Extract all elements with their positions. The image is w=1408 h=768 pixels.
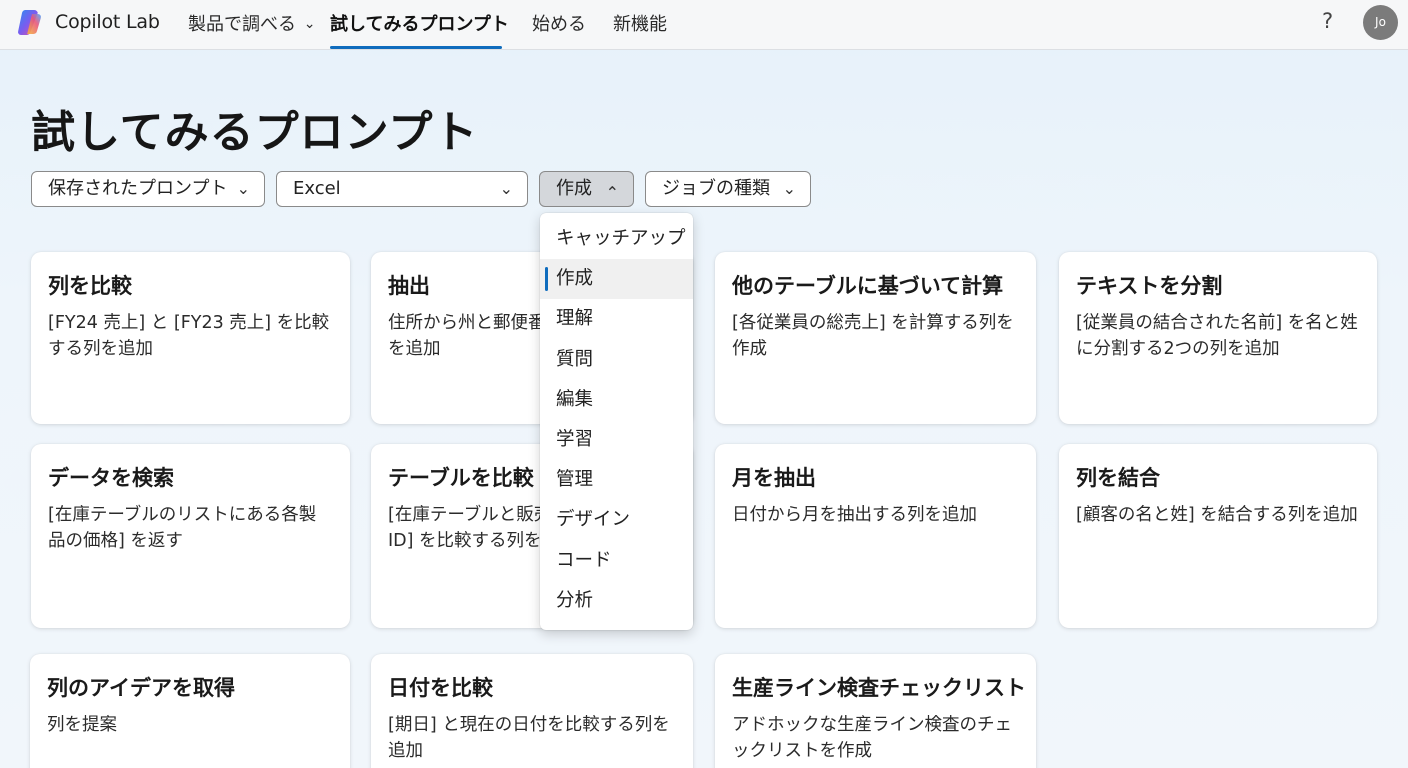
copilot-logo-icon[interactable] <box>16 7 46 37</box>
chevron-down-icon: ⌄ <box>236 179 250 198</box>
card-title: 列のアイデアを取得 <box>47 676 235 700</box>
prompt-card[interactable]: 他のテーブルに基づいて計算 [各従業員の総売上] を計算する列を作成 <box>715 252 1036 424</box>
card-title: データを検索 <box>48 466 174 490</box>
prompt-card[interactable]: 生産ライン検査チェックリスト アドホックな生産ライン検査のチェックリストを作成 <box>715 654 1036 768</box>
card-title: 列を結合 <box>1076 466 1160 490</box>
chevron-up-icon: ⌃ <box>605 183 619 202</box>
saved-prompts-filter[interactable]: 保存されたプロンプト ⌄ <box>31 171 265 207</box>
card-description: [顧客の名と姓] を結合する列を追加 <box>1076 505 1358 525</box>
brand-name[interactable]: Copilot Lab <box>55 11 160 33</box>
prompt-card[interactable]: 月を抽出 日付から月を抽出する列を追加 <box>715 444 1036 628</box>
card-description: [在庫テーブルのリストにある各製品の価格] を返す <box>48 505 317 551</box>
prompt-card[interactable]: データを検索 [在庫テーブルのリストにある各製品の価格] を返す <box>31 444 350 628</box>
prompt-card[interactable]: 日付を比較 [期日] と現在の日付を比較する列を追加 <box>371 654 693 768</box>
nav-whats-new[interactable]: 新機能 <box>613 10 667 50</box>
app-filter-label: Excel <box>293 178 341 199</box>
menu-item-catch-up[interactable]: キャッチアップ <box>540 219 693 259</box>
menu-item-understand[interactable]: 理解 <box>540 299 693 339</box>
prompt-card[interactable]: 列を結合 [顧客の名と姓] を結合する列を追加 <box>1059 444 1377 628</box>
prompt-card[interactable]: テキストを分割 [従業員の結合された名前] を名と姓に分割する2つの列を追加 <box>1059 252 1377 424</box>
menu-item-manage[interactable]: 管理 <box>540 460 693 500</box>
avatar[interactable]: Jo <box>1363 5 1398 40</box>
task-filter[interactable]: 作成 ⌃ <box>539 171 634 207</box>
card-title: 生産ライン検査チェックリスト <box>732 676 1026 700</box>
card-description: [従業員の結合された名前] を名と姓に分割する2つの列を追加 <box>1076 313 1358 359</box>
card-description: [FY24 売上] と [FY23 売上] を比較する列を追加 <box>48 313 330 359</box>
menu-item-create[interactable]: 作成 <box>540 259 693 300</box>
card-description: [期日] と現在の日付を比較する列を追加 <box>388 715 670 761</box>
card-title: テキストを分割 <box>1076 274 1223 298</box>
chevron-down-icon: ⌄ <box>499 179 513 198</box>
nav-try-prompts[interactable]: 試してみるプロンプト <box>330 10 509 50</box>
chevron-down-icon: ⌄ <box>782 179 796 198</box>
menu-item-design[interactable]: デザイン <box>540 500 693 540</box>
task-dropdown-menu: キャッチアップ 作成 理解 質問 編集 学習 管理 デザイン コード 分析 <box>540 213 693 630</box>
card-description: [各従業員の総売上] を計算する列を作成 <box>732 313 1014 359</box>
prompt-card[interactable]: 列のアイデアを取得 列を提案 <box>30 654 350 768</box>
app-filter[interactable]: Excel ⌄ <box>276 171 528 207</box>
card-title: 日付を比較 <box>388 676 493 700</box>
job-type-label: ジョブの種類 <box>662 178 770 199</box>
card-description: アドホックな生産ライン検査のチェックリストを作成 <box>732 715 1012 761</box>
task-filter-label: 作成 <box>556 178 592 199</box>
job-type-filter[interactable]: ジョブの種類 ⌄ <box>645 171 811 207</box>
menu-item-learn[interactable]: 学習 <box>540 420 693 460</box>
menu-item-edit[interactable]: 編集 <box>540 380 693 420</box>
nav-products-label: 製品で調べる <box>188 14 296 35</box>
nav-products[interactable]: 製品で調べる ⌄ <box>188 10 315 50</box>
nav-get-started[interactable]: 始める <box>532 10 586 50</box>
saved-prompts-label: 保存されたプロンプト <box>48 178 228 199</box>
prompt-card[interactable]: 列を比較 [FY24 売上] と [FY23 売上] を比較する列を追加 <box>31 252 350 424</box>
menu-item-code[interactable]: コード <box>540 541 693 581</box>
card-title: 他のテーブルに基づいて計算 <box>732 274 1004 298</box>
card-title: 月を抽出 <box>732 466 816 490</box>
chevron-down-icon: ⌄ <box>303 16 316 32</box>
help-icon[interactable]: ? <box>1322 9 1333 33</box>
active-nav-indicator <box>330 46 502 49</box>
card-description: 列を提案 <box>47 715 117 735</box>
card-description: 日付から月を抽出する列を追加 <box>732 505 977 525</box>
menu-item-analyze[interactable]: 分析 <box>540 581 693 621</box>
menu-item-ask[interactable]: 質問 <box>540 340 693 380</box>
top-nav-bar: Copilot Lab 製品で調べる ⌄ 試してみるプロンプト 始める 新機能 … <box>0 0 1408 50</box>
page-title: 試してみるプロンプト <box>31 107 479 158</box>
card-title: 列を比較 <box>48 274 132 298</box>
